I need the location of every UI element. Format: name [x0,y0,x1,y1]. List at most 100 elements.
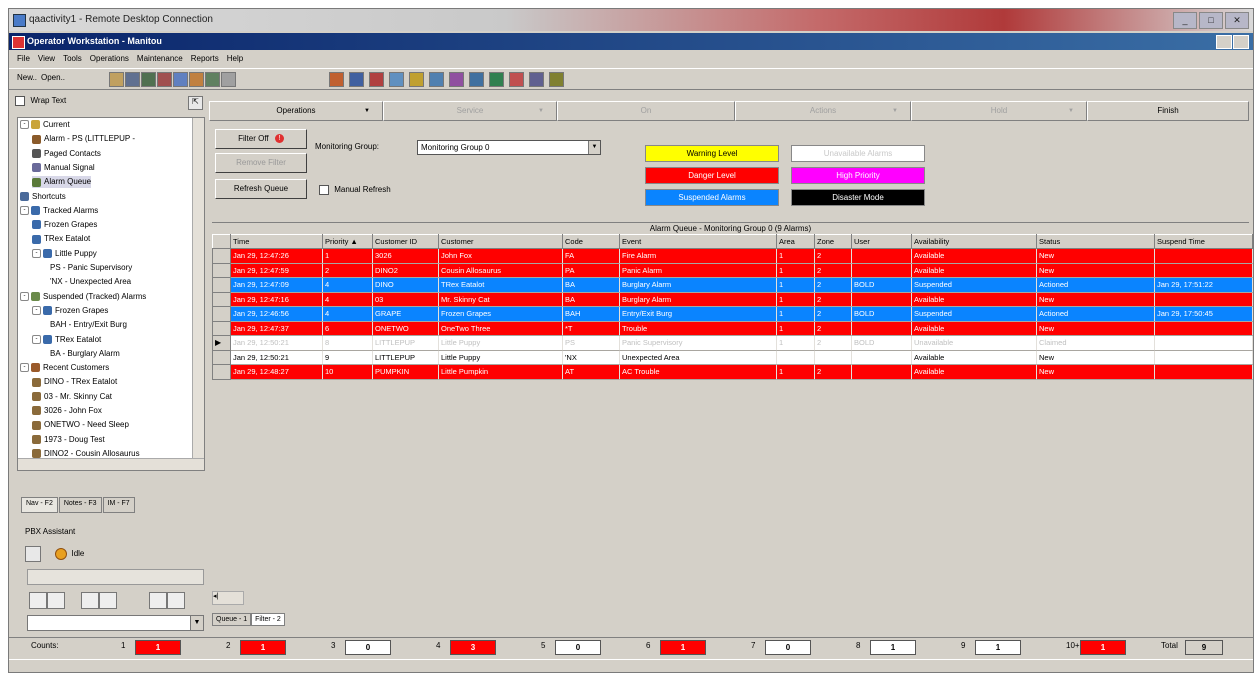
tree-node[interactable]: - Suspended (Tracked) Alarms [20,291,146,303]
toolbar-help-icon[interactable] [549,72,564,87]
menu-operations[interactable]: Operations [90,54,129,63]
wrap-text-checkbox[interactable] [15,95,25,106]
manual-refresh-control[interactable]: Manual Refresh [319,185,391,195]
toolbar-phone-icon[interactable] [389,72,404,87]
pbx-hangup-icon[interactable] [167,592,185,609]
pbx-conference-icon[interactable] [99,592,117,609]
row-selector[interactable] [212,277,231,293]
menu-maintenance[interactable]: Maintenance [137,54,183,63]
menu-help[interactable]: Help [227,54,243,63]
queue-tab-1[interactable]: Filter - 2 [251,613,285,626]
toolbar-report-icon[interactable] [509,72,524,87]
column-header[interactable]: Code [562,234,620,249]
column-header[interactable]: Suspend Time [1154,234,1253,249]
maximize-button[interactable]: □ [1199,12,1223,29]
column-header[interactable]: Time [230,234,323,249]
pbx-line-select[interactable]: ▼ [27,615,204,631]
column-header[interactable]: Availability [911,234,1037,249]
row-selector[interactable]: ▶ [212,335,231,351]
tree-node[interactable]: Shortcuts [20,191,66,203]
pbx-dial-icon[interactable] [29,592,47,609]
row-selector[interactable] [212,349,231,365]
ops-on-button[interactable]: On [557,101,735,121]
tree-node[interactable]: - Little Puppy [32,248,97,260]
tree-node[interactable]: 1973 - Doug Test [32,434,105,446]
tree-expander-icon[interactable]: - [20,206,29,216]
pbx-mute-icon[interactable] [149,592,167,609]
menu-reports[interactable]: Reports [191,54,219,63]
row-selector[interactable] [212,364,231,380]
tree-node[interactable]: TRex Eatalot [32,233,90,245]
minimize-button[interactable]: _ [1173,12,1197,29]
tree-node[interactable]: 03 - Mr. Skinny Cat [32,391,112,403]
table-row[interactable]: Jan 29, 12:47:16 4 03 Mr. Skinny Cat BA Burgl… [212,291,1253,307]
tree-node[interactable]: - TRex Eatalot [32,334,101,346]
queue-horizontal-scrollbar[interactable]: ◂| [212,591,244,605]
tree-node[interactable]: - Recent Customers [20,362,109,374]
toolbar-settings-icon[interactable] [529,72,544,87]
toolbar-refresh-icon[interactable] [189,72,204,87]
chevron-down-icon[interactable]: ▼ [190,616,203,630]
menu-tools[interactable]: Tools [63,54,82,63]
tree-node[interactable]: 3026 - John Fox [32,405,102,417]
tree-node[interactable]: - Current [20,119,70,131]
row-selector[interactable] [212,320,231,336]
ops-hold-button[interactable]: Hold ▼ [911,101,1087,121]
tree-expander-icon[interactable]: - [32,306,41,316]
table-row[interactable]: Jan 29, 12:46:56 4 GRAPE Frozen Grapes BAH En… [212,306,1253,322]
tree-node[interactable]: PS - Panic Supervisory [44,262,132,274]
ops-operations-button[interactable]: Operations ▼ [209,101,383,121]
toolbar-email-icon[interactable] [409,72,424,87]
chevron-down-icon[interactable]: ▼ [588,141,600,154]
column-header[interactable]: Zone [814,234,852,249]
pbx-answer-button[interactable] [25,546,41,562]
rdp-title-bar[interactable]: qaactivity1 - Remote Desktop Connection … [9,9,1253,31]
alarm-queue-grid[interactable]: Time Priority ▲ Customer ID Customer Code Eve… [212,234,1253,604]
nav-tab-2[interactable]: IM - F7 [102,497,135,513]
column-header[interactable]: Customer ID [372,234,439,249]
toolbar-customer-icon[interactable] [205,72,220,87]
row-selector[interactable] [212,306,231,322]
app-close-button[interactable] [1233,35,1249,49]
row-selector[interactable] [212,248,231,264]
ops-finish-button[interactable]: Finish [1087,101,1249,121]
row-selector[interactable] [212,262,231,278]
toolbar-zone-icon[interactable] [469,72,484,87]
toolbar-contact-icon[interactable] [221,72,236,87]
tree-node[interactable]: - Frozen Grapes [32,305,108,317]
tree-expander-icon[interactable]: - [20,291,29,301]
app-title-bar[interactable]: Operator Workstation - Manitou [9,33,1253,50]
ops-actions-button[interactable]: Actions ▼ [735,101,911,121]
tree-node[interactable]: Frozen Grapes [32,219,97,231]
toolbar-copy-icon[interactable] [125,72,140,87]
app-restore-button[interactable] [1216,35,1232,49]
tree-node[interactable]: ONETWO - Need Sleep [32,419,129,431]
tree-node[interactable]: DINO2 - Cousin Allosaurus [32,448,140,460]
toolbar-chat-icon[interactable] [429,72,444,87]
column-header[interactable]: Area [776,234,815,249]
queue-tab-0[interactable]: Queue - 1 [212,613,252,626]
column-header[interactable]: Customer [438,234,563,249]
toolbar-schedule-icon[interactable] [449,72,464,87]
toolbar-dealer-icon[interactable] [489,72,504,87]
table-row[interactable]: Jan 29, 12:47:26 1 3026 John Fox FA Fire Alar… [212,248,1253,264]
manual-refresh-checkbox[interactable] [319,185,329,195]
toolbar-new-button[interactable]: New.. [17,73,37,82]
nav-tab-1[interactable]: Notes - F3 [58,497,102,513]
pin-icon[interactable]: ⇱ [188,96,203,110]
tree-node[interactable]: DINO - TRex Eatalot [32,376,117,388]
tree-expander-icon[interactable]: - [32,334,41,344]
table-row[interactable]: Jan 29, 12:50:21 9 LITTLEPUP Little Puppy 'N… [212,349,1253,365]
close-button[interactable]: ✕ [1225,12,1249,29]
tree-expander-icon[interactable]: - [32,249,41,259]
row-selector[interactable] [212,291,231,307]
column-header[interactable]: User [851,234,912,249]
table-row[interactable]: Jan 29, 12:47:59 2 DINO2 Cousin Allosaurus P… [212,262,1253,278]
table-row[interactable]: Jan 29, 12:48:27 10 PUMPKIN Little Pumpkin A… [212,364,1253,380]
filter-off-button[interactable]: Filter Off ! [215,129,307,149]
pbx-number-input[interactable] [27,569,204,585]
toolbar-print-icon[interactable] [157,72,172,87]
tree-node[interactable]: Paged Contacts [32,148,101,160]
table-row[interactable]: ▶ Jan 29, 12:50:21 8 LITTLEPUP Little Puppy P… [212,335,1253,351]
remove-filter-button[interactable]: Remove Filter [215,153,307,173]
